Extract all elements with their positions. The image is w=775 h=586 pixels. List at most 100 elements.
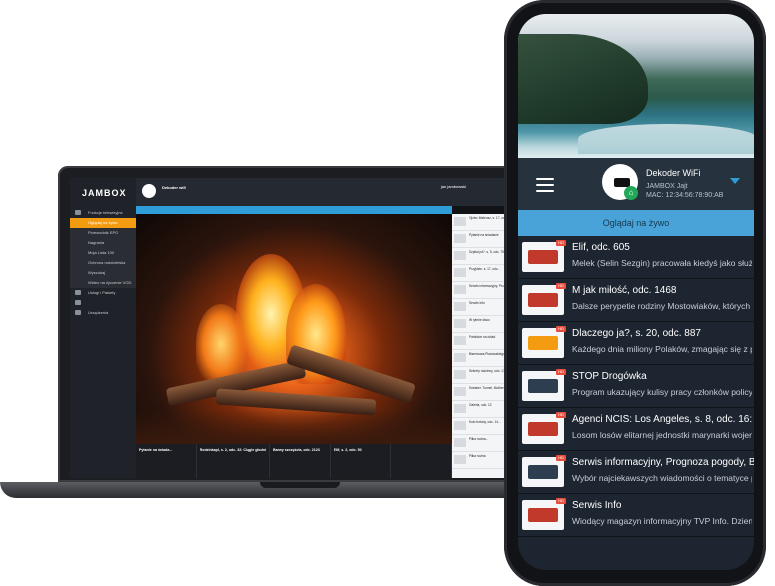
device-details: JAMBOX Jajt MAC: 12:34:56:78:90:AB <box>646 182 723 200</box>
channel-logo <box>522 414 564 444</box>
program-title: STOP Drogówka <box>572 371 647 382</box>
phone-header: ⌂ Dekoder WiFi JAMBOX Jajt MAC: 12:34:56… <box>518 158 754 210</box>
phone-channel-list: HD Elif, odc. 605 Melek (Selin Sezgin) pra… <box>518 236 754 537</box>
channel-logo <box>454 217 466 226</box>
jambox-logo: JAMBOX <box>82 188 127 198</box>
sidebar-item[interactable]: Nagrania <box>70 238 136 248</box>
channel-row[interactable]: HD Serwis Info Wiodący magazyn informacyjn… <box>518 494 754 537</box>
channel-logo <box>454 404 466 413</box>
channel-row[interactable]: HD M jak miłość, odc. 1468 Dalsze perypeti… <box>518 279 754 322</box>
hd-badge: HD <box>556 283 566 289</box>
laptop-epg-strip: Pytanie na śniada... Rodzinkapl, s. 2, od… <box>136 444 452 478</box>
sidebar-item[interactable]: Urządzenia <box>70 308 136 318</box>
channel-logo <box>454 302 466 311</box>
channel-logo <box>522 500 564 530</box>
sidebar-item[interactable]: Usługi i Pakiety <box>70 288 136 298</box>
sidebar-item-label: Wyszukaj <box>88 270 106 275</box>
sidebar-item-label: Usługi i Pakiety <box>88 290 116 295</box>
video-player[interactable] <box>136 214 452 444</box>
sidebar-item-label: Moja Lista 100 <box>88 250 115 255</box>
fire-flame <box>196 304 246 384</box>
sidebar-item-label: Przewodnik EPG <box>88 230 119 235</box>
sidebar-item[interactable]: Funkcje telewizyjne <box>70 208 136 218</box>
channel-logo <box>522 457 564 487</box>
device-sub-line: JAMBOX Jajt <box>646 183 688 190</box>
epg-card[interactable]: Barwy szczęścia, odc. 2123 <box>270 444 331 478</box>
program-title: Serwis informacyjny, Prognoza pogody, Bi… <box>572 457 754 468</box>
sidebar-item[interactable]: Oglądaj na żywo <box>70 218 136 228</box>
channel-logo <box>522 285 564 315</box>
program-title: Agenci NCIS: Los Angeles, s. 8, odc. 16:… <box>572 414 754 425</box>
program-desc: Melek (Selin Sezgin) pracowała kiedyś ja… <box>572 258 752 268</box>
channel-row[interactable]: HD Agenci NCIS: Los Angeles, s. 8, odc. 1… <box>518 408 754 451</box>
program-desc: Dalsze perypetie rodziny Mostowiaków, kt… <box>572 301 752 311</box>
channel-logo <box>454 234 466 243</box>
channel-logo <box>454 353 466 362</box>
sidebar-item-label: Urządzenia <box>88 310 109 315</box>
channel-logo-mark <box>528 379 558 393</box>
program-desc: Losom losów elitarnej jednostki marynark… <box>572 430 752 440</box>
epg-card[interactable]: Rodzinkapl, s. 2, odc. 32: Ciągle głodni <box>197 444 270 478</box>
sidebar-item-label: Oglądaj na żywo <box>88 220 118 225</box>
device-mac: MAC: 12:34:56:78:90:AB <box>646 192 724 199</box>
channel-row[interactable]: HD Serwis informacyjny, Prognoza pogody, … <box>518 451 754 494</box>
hd-badge: HD <box>556 326 566 332</box>
channel-row[interactable]: HD Elif, odc. 605 Melek (Selin Sezgin) pra… <box>518 236 754 279</box>
channel-logo <box>454 421 466 430</box>
sidebar-item-label: Wideo na życzenie VOD <box>88 280 132 285</box>
device-name[interactable]: Dekoder WiFi <box>646 168 701 178</box>
channel-logo-mark <box>528 465 558 479</box>
hd-badge: HD <box>556 369 566 375</box>
program-desc: Wiodący magazyn informacyjny TVP Info. D… <box>572 516 752 526</box>
phone-screen: ⌂ Dekoder WiFi JAMBOX Jajt MAC: 12:34:56… <box>518 14 754 570</box>
user-name[interactable]: jan jambowski <box>441 184 466 189</box>
sidebar-item-label: Ochrona rodzicielska <box>88 260 126 265</box>
photo-cliff <box>518 34 648 124</box>
sidebar-item[interactable]: Wyszukaj <box>70 268 136 278</box>
channel-logo <box>454 387 466 396</box>
channel-logo-mark <box>528 336 558 350</box>
channel-logo <box>522 371 564 401</box>
sidebar-item[interactable]: Ochrona rodzicielska <box>70 258 136 268</box>
program-desc: Wybór najciekawszych wiadomości o tematy… <box>572 473 752 483</box>
sidebar-item[interactable]: Moja Lista 100 <box>70 248 136 258</box>
laptop-notch <box>260 482 340 488</box>
channel-logo <box>454 455 466 464</box>
channel-logo <box>454 438 466 447</box>
laptop-menu: Funkcje telewizyjne Oglądaj na żywo Przewo… <box>70 208 136 318</box>
channel-row[interactable]: HD Dlaczego ja?, s. 20, odc. 887 Każdego d… <box>518 322 754 365</box>
menu-item-icon <box>75 310 81 315</box>
sidebar-item-label: Funkcje telewizyjne <box>88 210 123 215</box>
channel-logo <box>454 319 466 328</box>
epg-card[interactable] <box>391 444 452 478</box>
chevron-down-icon[interactable] <box>730 178 740 184</box>
channel-logo <box>454 251 466 260</box>
epg-title: Elif, s. 2, odc. 50 <box>333 448 362 452</box>
sidebar-item[interactable] <box>70 298 136 308</box>
sidebar-item[interactable]: Przewodnik EPG <box>70 228 136 238</box>
now-playing-bar <box>136 206 452 214</box>
laptop-sidebar: JAMBOX Funkcje telewizyjne Oglądaj na żyw… <box>70 178 136 478</box>
program-title: Dlaczego ja?, s. 20, odc. 887 <box>572 328 701 339</box>
laptop-topbar: Dekoder wifi jan jambowski <box>136 178 516 206</box>
laptop-screen: JAMBOX Funkcje telewizyjne Oglądaj na żyw… <box>70 178 516 478</box>
channel-row[interactable]: HD STOP Drogówka Program ukazujący kulisy … <box>518 365 754 408</box>
channel-logo <box>454 285 466 294</box>
program-title: M jak miłość, odc. 1468 <box>572 285 677 296</box>
menu-item-icon <box>75 210 81 215</box>
channel-logo <box>454 268 466 277</box>
menu-icon[interactable] <box>536 178 554 192</box>
channel-logo <box>522 328 564 358</box>
channel-logo-mark <box>528 422 558 436</box>
epg-card[interactable]: Elif, s. 2, odc. 50 <box>331 444 392 478</box>
epg-title: Rodzinkapl, s. 2, odc. 32: Ciągle głodni <box>199 448 266 452</box>
menu-item-icon <box>75 300 81 305</box>
hd-badge: HD <box>556 240 566 246</box>
epg-title: Pytanie na śniada... <box>139 448 173 452</box>
photo-wave <box>578 124 754 154</box>
device-name[interactable]: Dekoder wifi <box>162 185 186 190</box>
sidebar-item[interactable]: Wideo na życzenie VOD <box>70 278 136 288</box>
channel-logo-mark <box>528 293 558 307</box>
epg-card[interactable]: Pytanie na śniada... <box>136 444 197 478</box>
watch-live-tab[interactable]: Oglądaj na żywo <box>518 210 754 236</box>
